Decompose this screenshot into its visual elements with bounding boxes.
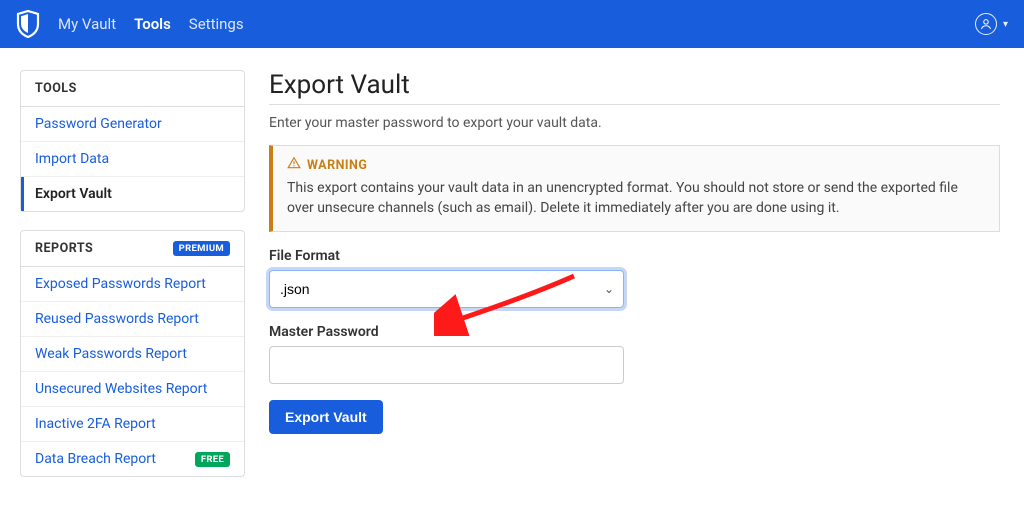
- content-area: Export Vault Enter your master password …: [269, 70, 1008, 495]
- sidebar-item-label: Reused Passwords Report: [35, 311, 199, 327]
- sidebar-item-label: Unsecured Websites Report: [35, 381, 207, 397]
- nav-settings[interactable]: Settings: [189, 15, 244, 33]
- page-subtitle: Enter your master password to export you…: [269, 115, 1000, 131]
- sidebar-item-label: Exposed Passwords Report: [35, 276, 206, 292]
- sidebar-item-label: Export Vault: [35, 186, 112, 202]
- sidebar: TOOLS Password Generator Import Data Exp…: [20, 70, 245, 495]
- master-password-label: Master Password: [269, 324, 1000, 340]
- account-avatar-icon: [975, 13, 997, 35]
- sidebar-item-reused-passwords[interactable]: Reused Passwords Report: [21, 302, 244, 337]
- sidebar-item-export-vault[interactable]: Export Vault: [21, 177, 244, 211]
- file-format-select-wrap: .json ⌄: [269, 270, 624, 308]
- sidebar-group-reports: REPORTS PREMIUM Exposed Passwords Report…: [20, 230, 245, 477]
- title-divider: [269, 104, 1000, 105]
- logo-shield-icon[interactable]: [16, 10, 40, 38]
- sidebar-item-password-generator[interactable]: Password Generator: [21, 107, 244, 142]
- sidebar-header-reports: REPORTS PREMIUM: [21, 231, 244, 267]
- page-title: Export Vault: [269, 70, 1000, 100]
- sidebar-item-import-data[interactable]: Import Data: [21, 142, 244, 177]
- account-menu[interactable]: ▾: [975, 13, 1008, 35]
- file-format-label: File Format: [269, 248, 1000, 264]
- sidebar-item-inactive-2fa[interactable]: Inactive 2FA Report: [21, 407, 244, 442]
- sidebar-item-label: Weak Passwords Report: [35, 346, 187, 362]
- nav-left: My Vault Tools Settings: [16, 10, 244, 38]
- warning-heading-text: WARNING: [307, 158, 367, 173]
- sidebar-group-tools: TOOLS Password Generator Import Data Exp…: [20, 70, 245, 212]
- warning-body: This export contains your vault data in …: [287, 178, 985, 219]
- sidebar-item-data-breach[interactable]: Data Breach Report FREE: [21, 442, 244, 476]
- sidebar-item-label: Import Data: [35, 151, 109, 167]
- sidebar-header-label: TOOLS: [35, 81, 77, 96]
- main-content: TOOLS Password Generator Import Data Exp…: [0, 48, 1024, 495]
- warning-alert: WARNING This export contains your vault …: [269, 145, 1000, 232]
- free-badge: FREE: [195, 452, 230, 467]
- sidebar-item-weak-passwords[interactable]: Weak Passwords Report: [21, 337, 244, 372]
- master-password-input[interactable]: [269, 346, 624, 384]
- chevron-down-icon: ▾: [1003, 19, 1008, 30]
- sidebar-item-label: Data Breach Report: [35, 451, 156, 467]
- sidebar-header-tools: TOOLS: [21, 71, 244, 107]
- top-nav: My Vault Tools Settings ▾: [0, 0, 1024, 48]
- sidebar-item-exposed-passwords[interactable]: Exposed Passwords Report: [21, 267, 244, 302]
- sidebar-item-label: Password Generator: [35, 116, 162, 132]
- nav-my-vault[interactable]: My Vault: [58, 15, 116, 33]
- sidebar-item-unsecured-websites[interactable]: Unsecured Websites Report: [21, 372, 244, 407]
- warning-triangle-icon: [287, 156, 301, 174]
- sidebar-header-label: REPORTS: [35, 241, 93, 256]
- sidebar-item-label: Inactive 2FA Report: [35, 416, 156, 432]
- nav-tools[interactable]: Tools: [134, 15, 171, 33]
- file-format-select[interactable]: .json: [269, 270, 624, 308]
- warning-heading: WARNING: [287, 156, 985, 174]
- export-vault-button[interactable]: Export Vault: [269, 400, 383, 434]
- premium-badge: PREMIUM: [173, 241, 230, 256]
